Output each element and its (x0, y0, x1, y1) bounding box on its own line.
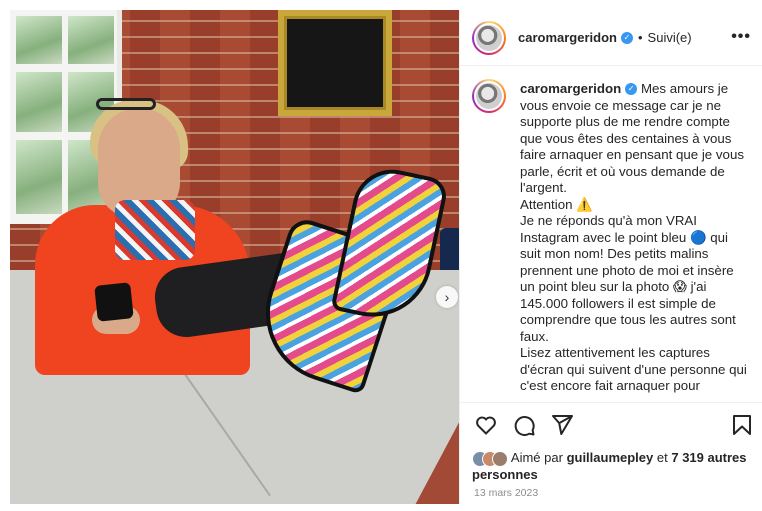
caption-line: Mes amours je vous envoie ce message car… (520, 81, 744, 195)
liker-avatar (492, 450, 508, 467)
action-bar (460, 402, 762, 446)
liked-user[interactable]: guillaumepley (567, 450, 654, 465)
follow-button[interactable]: Suivi(e) (648, 30, 692, 45)
verified-icon: ✓ (620, 31, 633, 44)
caption-line: Attention ⚠️ (520, 196, 593, 212)
more-icon[interactable]: ••• (731, 28, 751, 46)
caption-username[interactable]: caromargeridon (520, 81, 621, 96)
avatar[interactable] (472, 79, 506, 113)
caption: caromargeridon ✓ Mes amours je vous envoi… (520, 81, 751, 395)
chevron-right-icon: › (444, 289, 450, 305)
liked-prefix: Aimé par (510, 450, 563, 465)
next-image-button[interactable]: › (436, 286, 458, 308)
likes-summary: Aimé par guillaumepley et 7 319 autres p… (472, 450, 762, 483)
post-date: 13 mars 2023 (474, 487, 539, 499)
verified-icon: ✓ (625, 83, 638, 96)
post-sidebar: caromargeridon ✓ • Suivi(e) ••• caromarg… (459, 10, 762, 504)
scarf (115, 200, 195, 260)
separator: • (637, 30, 643, 45)
username[interactable]: caromargeridon (518, 30, 617, 45)
post-photo[interactable]: › (10, 10, 459, 504)
avatar[interactable] (472, 20, 506, 55)
liked-and: et (656, 450, 668, 465)
phone (94, 282, 134, 322)
picture-frame (278, 10, 392, 116)
bookmark-icon[interactable] (730, 413, 754, 437)
caption-line: Lisez attentivement les captures d'écran… (520, 345, 747, 393)
heart-icon[interactable] (474, 413, 498, 437)
comment-icon[interactable] (512, 413, 536, 437)
caption-area[interactable]: caromargeridon ✓ Mes amours je vous envoi… (460, 67, 762, 400)
glasses (96, 98, 156, 110)
caption-line: Je ne réponds qu'à mon VRAI Instagram av… (520, 213, 736, 344)
post-header: caromargeridon ✓ • Suivi(e) ••• (460, 10, 762, 66)
share-icon[interactable] (550, 413, 574, 437)
